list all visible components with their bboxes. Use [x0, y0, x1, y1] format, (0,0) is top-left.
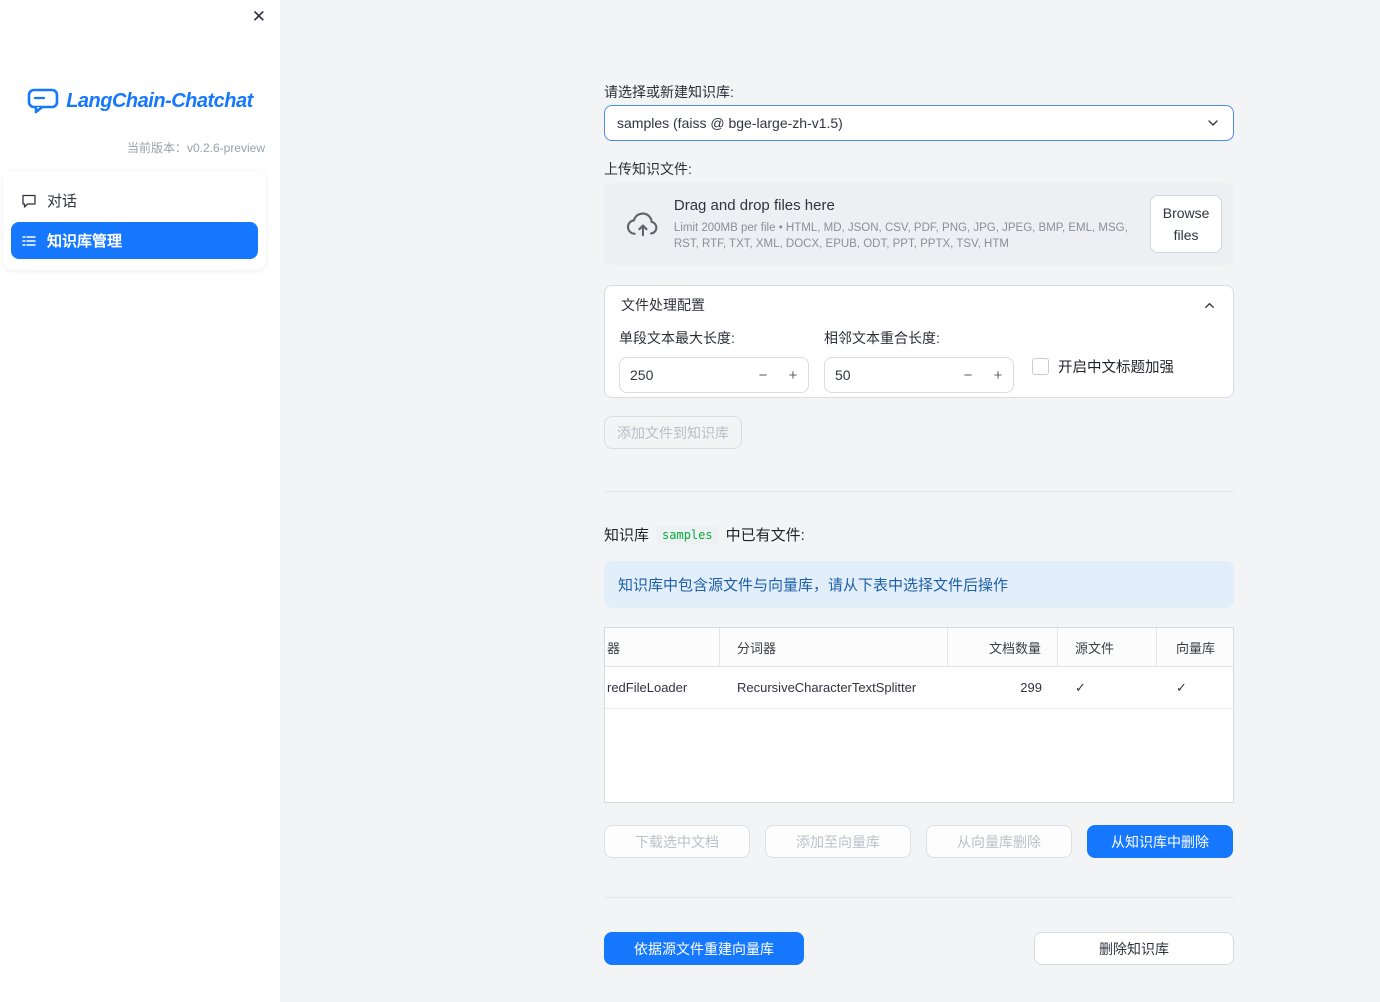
decrement-button[interactable]: − [748, 367, 778, 384]
add-to-vector-button[interactable]: 添加至向量库 [765, 825, 911, 858]
add-files-button[interactable]: 添加文件到知识库 [604, 416, 742, 449]
file-dropzone[interactable]: Drag and drop files here Limit 200MB per… [604, 183, 1234, 265]
increment-button[interactable]: + [778, 367, 808, 384]
overlap-size-value[interactable]: 50 [825, 367, 953, 383]
sidebar-item-dialogue[interactable]: 对话 [11, 182, 258, 219]
divider [604, 897, 1234, 898]
chevron-up-icon [1205, 302, 1214, 308]
info-banner: 知识库中包含源文件与向量库，请从下表中选择文件后操作 [604, 561, 1234, 608]
cell-vector-check: ✓ [1176, 679, 1187, 695]
add-files-row: 添加文件到知识库 [604, 416, 1234, 449]
file-action-buttons: 下载选中文档 添加至向量库 从向量库删除 从知识库中删除 [604, 825, 1234, 858]
zh-title-enhance-checkbox[interactable]: 开启中文标题加强 [1032, 356, 1174, 377]
decrement-button[interactable]: − [953, 367, 983, 384]
col-loader-header[interactable]: 器 [605, 628, 720, 666]
divider [604, 491, 1234, 492]
info-text: 知识库中包含源文件与向量库，请从下表中选择文件后操作 [618, 577, 1009, 594]
kb-select-value: samples (faiss @ bge-large-zh-v1.5) [617, 115, 843, 131]
file-config-expander: 文件处理配置 单段文本最大长度: 250 − + 相邻文本重合长度: 50 − … [604, 285, 1234, 398]
rebuild-vector-store-button[interactable]: 依据源文件重建向量库 [604, 932, 804, 965]
menu-item-label: 对话 [47, 193, 78, 210]
chunk-size-input[interactable]: 250 − + [619, 357, 809, 393]
table-header-row: 器 分词器 文档数量 源文件 向量库 [605, 628, 1233, 667]
sidebar-close-icon[interactable]: ✕ [252, 8, 266, 25]
upload-cloud-icon [626, 212, 658, 237]
increment-button[interactable]: + [983, 367, 1013, 384]
overlap-size-label: 相邻文本重合长度: [824, 330, 940, 346]
cell-source-check: ✓ [1075, 679, 1086, 695]
sidebar: ✕ LangChain-Chatchat 当前版本：v0.2.6-preview… [0, 0, 280, 1002]
browse-files-button[interactable]: Browse files [1150, 194, 1222, 254]
file-limit-text: Limit 200MB per file • HTML, MD, JSON, C… [673, 221, 1128, 250]
expander-header[interactable]: 文件处理配置 [605, 286, 1233, 324]
kb-action-buttons: 依据源文件重建向量库 删除知识库 [604, 932, 1234, 965]
download-selected-button[interactable]: 下载选中文档 [604, 825, 750, 858]
version-label: 当前版本：v0.2.6-preview [126, 141, 265, 155]
kb-name-code: samples [656, 525, 719, 544]
delete-from-vector-button[interactable]: 从向量库删除 [926, 825, 1072, 858]
col-source-header[interactable]: 源文件 [1058, 628, 1157, 666]
delete-kb-button[interactable]: 删除知识库 [1034, 932, 1234, 965]
col-doc-count-header[interactable]: 文档数量 [948, 628, 1058, 666]
overlap-size-field: 相邻文本重合长度: 50 − + [824, 328, 1014, 393]
heading-suffix: 中已有文件: [725, 527, 805, 544]
kb-select[interactable]: samples (faiss @ bge-large-zh-v1.5) [604, 105, 1234, 141]
upload-label: 上传知识文件: [604, 161, 692, 177]
main-content: 请选择或新建知识库: samples (faiss @ bge-large-zh… [604, 0, 1234, 1002]
menu-item-label: 知识库管理 [47, 233, 123, 250]
checkbox-label: 开启中文标题加强 [1058, 360, 1174, 376]
logo-chat-icon [27, 88, 59, 114]
cell-doc-count: 299 [1020, 680, 1042, 695]
chevron-down-icon [1208, 120, 1218, 126]
table-row[interactable]: redFileLoader RecursiveCharacterTextSpli… [605, 667, 1233, 709]
expander-title: 文件处理配置 [621, 297, 705, 313]
existing-files-heading: 知识库 samples 中已有文件: [604, 524, 1234, 545]
files-table[interactable]: 器 分词器 文档数量 源文件 向量库 redFileLoader Recursi… [604, 627, 1234, 803]
col-vector-header[interactable]: 向量库 [1157, 628, 1233, 666]
chunk-size-field: 单段文本最大长度: 250 − + [619, 328, 809, 393]
nav-menu: 对话 知识库管理 [3, 171, 266, 270]
overlap-size-input[interactable]: 50 − + [824, 357, 1014, 393]
list-icon [22, 235, 36, 246]
drag-drop-text: Drag and drop files here [673, 196, 835, 214]
chunk-size-label: 单段文本最大长度: [619, 330, 735, 346]
cell-loader: redFileLoader [607, 680, 688, 695]
heading-prefix: 知识库 [604, 527, 650, 544]
checkbox-icon[interactable] [1032, 358, 1049, 375]
dropzone-instructions: Drag and drop files here Limit 200MB per… [674, 197, 1150, 252]
logo-text: LangChain-Chatchat [66, 89, 253, 112]
kb-select-label: 请选择或新建知识库: [604, 84, 734, 100]
delete-from-kb-button[interactable]: 从知识库中删除 [1087, 825, 1233, 858]
chunk-size-value[interactable]: 250 [620, 367, 748, 383]
app-logo: LangChain-Chatchat [0, 88, 280, 114]
cell-splitter: RecursiveCharacterTextSplitter [737, 680, 917, 695]
chat-icon [22, 194, 36, 208]
sidebar-item-knowledge-base[interactable]: 知识库管理 [11, 222, 258, 259]
col-splitter-header[interactable]: 分词器 [720, 628, 948, 666]
